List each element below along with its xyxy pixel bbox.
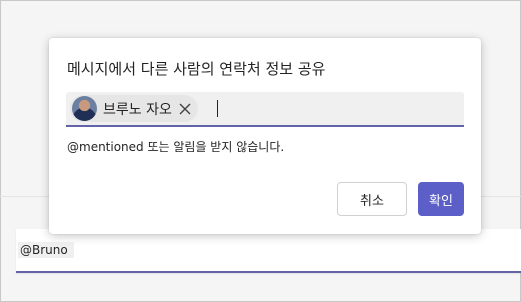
cancel-button[interactable]: 취소 <box>337 182 407 216</box>
confirm-button[interactable]: 확인 <box>418 182 464 216</box>
remove-person-icon[interactable] <box>178 102 192 116</box>
share-contact-dialog: 메시지에서 다른 사람의 연락처 정보 공유 브루노 자오 @mentioned… <box>49 38 481 234</box>
dialog-note: @mentioned 또는 알림을 받지 않습니다. <box>67 140 285 154</box>
dialog-title: 메시지에서 다른 사람의 연락처 정보 공유 <box>67 60 326 78</box>
mention-tag: @Bruno <box>18 242 74 258</box>
text-cursor <box>217 100 218 117</box>
people-picker-field[interactable]: 브루노 자오 <box>66 92 464 127</box>
avatar <box>72 96 97 121</box>
person-chip-name: 브루노 자오 <box>103 101 172 118</box>
person-chip: 브루노 자오 <box>70 95 198 122</box>
message-compose-box[interactable]: @Bruno <box>16 229 521 273</box>
